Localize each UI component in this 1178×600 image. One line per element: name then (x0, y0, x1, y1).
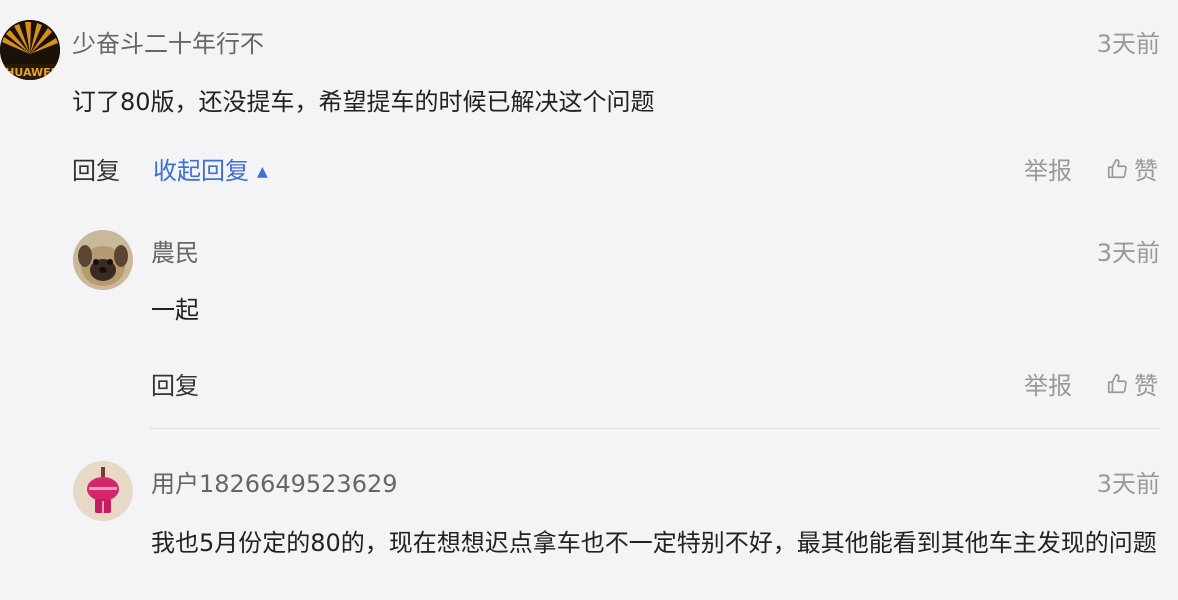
username[interactable]: 少奋斗二十年行不 (72, 24, 264, 59)
timestamp: 3天前 (1096, 470, 1160, 498)
avatar[interactable] (73, 230, 133, 290)
user-avatar-image (73, 461, 133, 521)
collapse-replies-label: 收起回复 (153, 157, 249, 185)
timestamp: 3天前 (1096, 239, 1160, 267)
reply-button[interactable]: 回复 (72, 151, 120, 186)
username[interactable]: 農民 (151, 233, 199, 268)
report-button[interactable]: 举报 (1024, 366, 1072, 401)
like-label: 赞 (1134, 157, 1158, 185)
user-avatar-image: HUAWEI (0, 20, 60, 80)
thumbs-up-icon (1107, 158, 1127, 178)
username[interactable]: 用户1826649523629 (151, 464, 398, 499)
like-button[interactable]: 赞 (1106, 151, 1158, 186)
comment-text: 订了80版，还没提车，希望提车的时候已解决这个问题 (72, 88, 655, 116)
thumbs-up-icon (1107, 373, 1127, 393)
like-button[interactable]: 赞 (1106, 366, 1158, 401)
caret-up-icon: ▲ (257, 164, 268, 180)
avatar[interactable]: HUAWEI (0, 20, 60, 80)
comment-text: 我也5月份定的80的，现在想想迟点拿车也不一定特别不好，最其他能看到其他车主发现… (151, 529, 1157, 557)
collapse-replies-button[interactable]: 收起回复 ▲ (153, 151, 268, 186)
divider (150, 428, 1160, 429)
reply-button[interactable]: 回复 (151, 366, 199, 401)
report-button[interactable]: 举报 (1024, 151, 1072, 186)
svg-text:HUAWEI: HUAWEI (5, 66, 55, 79)
timestamp: 3天前 (1096, 30, 1160, 58)
like-label: 赞 (1134, 372, 1158, 400)
user-avatar-image (73, 230, 133, 290)
avatar[interactable] (73, 461, 133, 521)
comment-text: 一起 (151, 296, 199, 324)
